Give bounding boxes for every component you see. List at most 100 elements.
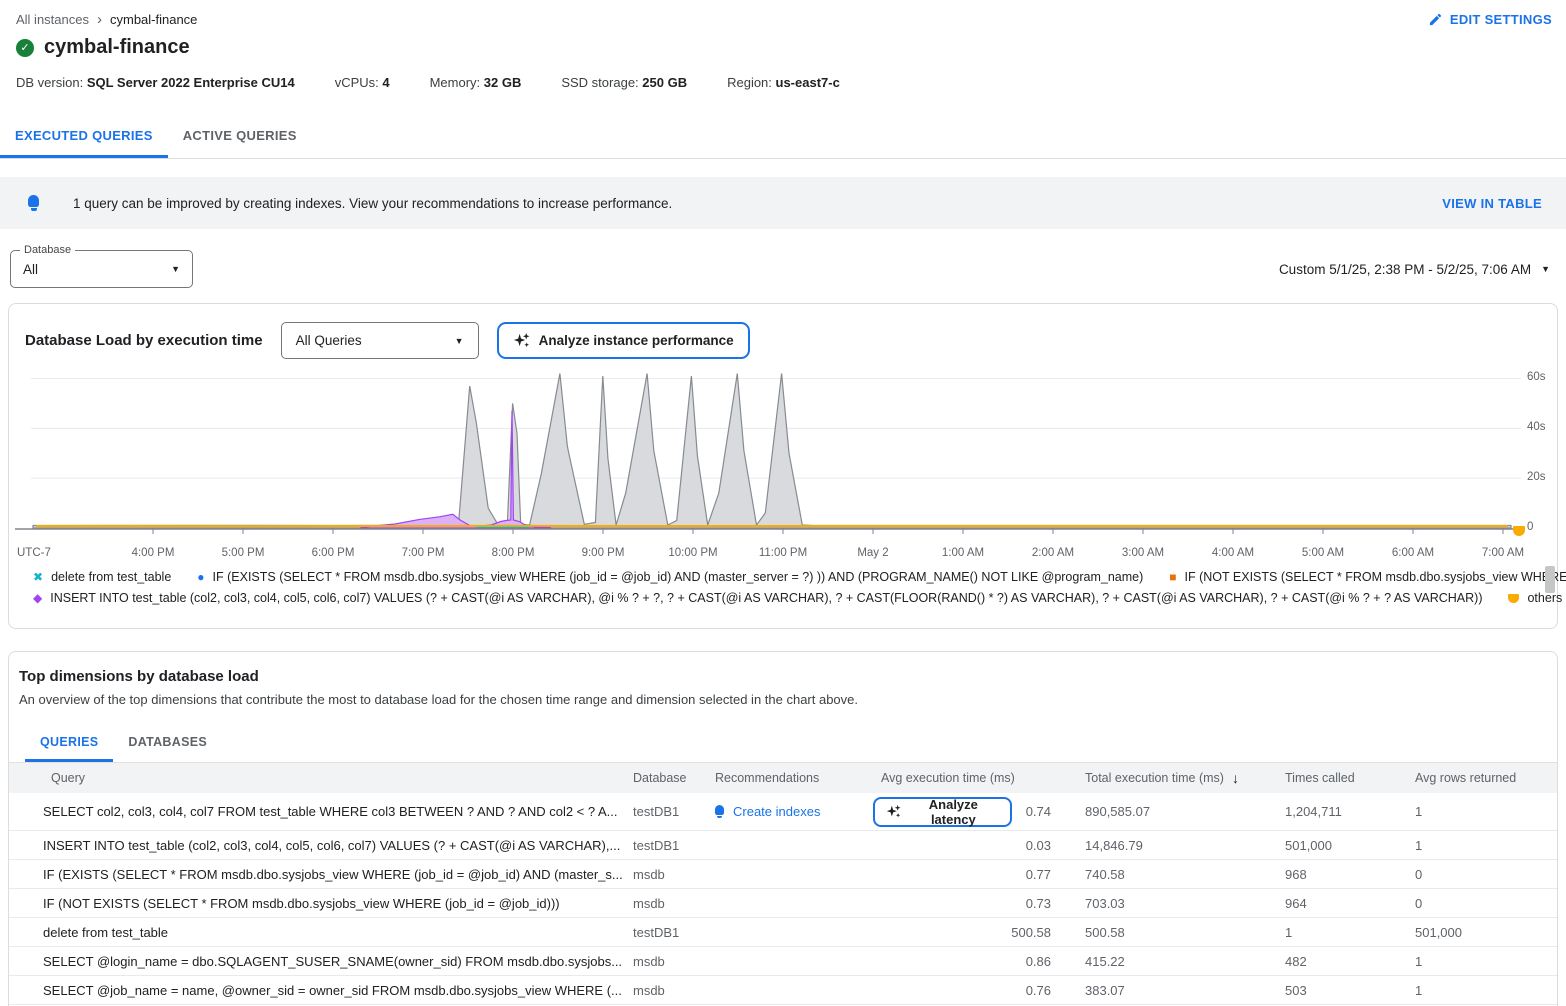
y-tick-label: 40s [1527, 421, 1546, 433]
database-select-value: All [23, 262, 171, 277]
view-in-table-button[interactable]: VIEW IN TABLE [1442, 196, 1542, 211]
query-cell: INSERT INTO test_table (col2, col3, col4… [9, 838, 633, 853]
col-query[interactable]: Query [9, 771, 633, 785]
avg-execution-cell: 0.73 [873, 896, 1085, 911]
legend-row: ◆ INSERT INTO test_table (col2, col3, col… [33, 591, 1517, 605]
region: Region: us-east7-c [727, 75, 840, 90]
legend-scrollbar[interactable] [1545, 566, 1555, 593]
legend-item[interactable]: others [1508, 591, 1562, 605]
chart-legend: ✖delete from test_table ● IF (EXISTS (SELE… [9, 562, 1557, 605]
table-row[interactable]: delete from test_table testDB1 500.58 50… [9, 918, 1557, 947]
legend-item[interactable]: ✖delete from test_table [33, 570, 171, 584]
col-avg-execution[interactable]: Avg execution time (ms) [873, 771, 1085, 785]
col-times-called[interactable]: Times called [1285, 771, 1415, 785]
title-row: ✓ cymbal-finance [0, 30, 1566, 59]
total-execution-cell: 890,585.07 [1085, 804, 1285, 819]
pencil-icon [1428, 12, 1443, 27]
banner-text: 1 query can be improved by creating inde… [73, 196, 672, 211]
x-axis-labels: UTC-74:00 PM5:00 PM6:00 PM7:00 PM8:00 PM… [9, 547, 1557, 562]
legend-label: IF (EXISTS (SELECT * FROM msdb.dbo.sysjo… [213, 570, 1144, 584]
x-tick-label: 4:00 AM [1212, 547, 1254, 559]
col-avg-rows[interactable]: Avg rows returned [1415, 771, 1557, 785]
analyze-latency-label: Analyze latency [908, 797, 999, 827]
x-tick-label: 9:00 PM [582, 547, 625, 559]
table-body: SELECT col2, col3, col4, col7 FROM test_… [9, 793, 1557, 1005]
col-recommendations[interactable]: Recommendations [715, 771, 873, 785]
times-called-cell: 503 [1285, 983, 1415, 998]
query-filter-value: All Queries [296, 333, 455, 348]
legend-glyph-icon: ◆ [33, 592, 42, 604]
create-indexes-link[interactable]: Create indexes [733, 804, 820, 819]
avg-rows-cell: 1 [1415, 954, 1557, 969]
legend-item[interactable]: ● IF (EXISTS (SELECT * FROM msdb.dbo.sysj… [197, 570, 1143, 584]
times-called-cell: 968 [1285, 867, 1415, 882]
tab-executed-queries[interactable]: EXECUTED QUERIES [0, 116, 168, 158]
y-tick-label: 60s [1527, 371, 1546, 383]
times-called-cell: 1,204,711 [1285, 804, 1415, 819]
tab-queries[interactable]: QUERIES [25, 725, 113, 762]
chevron-down-icon: ▼ [1541, 264, 1550, 274]
database-cell: msdb [633, 954, 715, 969]
avg-execution-value: 500.58 [1011, 925, 1051, 940]
load-chart[interactable]: UTC-74:00 PM5:00 PM6:00 PM7:00 PM8:00 PM… [9, 367, 1557, 562]
analyze-latency-button[interactable]: Analyze latency [873, 797, 1012, 827]
table-row[interactable]: SELECT col2, col3, col4, col7 FROM test_… [9, 793, 1557, 831]
col-total-execution[interactable]: Total execution time (ms) ↓ [1085, 770, 1285, 786]
tab-active-queries[interactable]: ACTIVE QUERIES [168, 116, 312, 158]
sort-desc-icon[interactable]: ↓ [1232, 770, 1239, 786]
query-cell: delete from test_table [9, 925, 633, 940]
legend-label: INSERT INTO test_table (col2, col3, col4… [50, 591, 1482, 605]
avg-rows-cell: 1 [1415, 838, 1557, 853]
x-tick-label: 8:00 PM [492, 547, 535, 559]
instance-meta: DB version: SQL Server 2022 Enterprise C… [0, 59, 1566, 90]
table-row[interactable]: IF (NOT EXISTS (SELECT * FROM msdb.dbo.s… [9, 889, 1557, 918]
avg-rows-cell: 0 [1415, 867, 1557, 882]
breadcrumb-all-instances[interactable]: All instances [16, 12, 89, 27]
database-select[interactable]: Database All ▼ [10, 250, 193, 288]
lightbulb-icon [28, 195, 39, 211]
legend-glyph-icon [1508, 594, 1519, 603]
x-tick-label: 7:00 AM [1482, 547, 1524, 559]
table-row[interactable]: IF (EXISTS (SELECT * FROM msdb.dbo.sysjo… [9, 860, 1557, 889]
x-tick-label: 10:00 PM [668, 547, 717, 559]
x-tick-label: 3:00 AM [1122, 547, 1164, 559]
database-cell: msdb [633, 983, 715, 998]
query-cell: SELECT col2, col3, col4, col7 FROM test_… [9, 804, 633, 819]
avg-rows-cell: 0 [1415, 896, 1557, 911]
database-cell: msdb [633, 896, 715, 911]
total-execution-cell: 703.03 [1085, 896, 1285, 911]
analyze-instance-performance-button[interactable]: Analyze instance performance [497, 322, 750, 359]
x-tick-label: 6:00 AM [1392, 547, 1434, 559]
x-tick-label: 11:00 PM [759, 547, 807, 559]
chart-header: Database Load by execution time All Quer… [9, 304, 1557, 363]
avg-execution-value: 0.77 [1026, 867, 1051, 882]
query-cell: SELECT @job_name = name, @owner_sid = ow… [9, 983, 633, 998]
avg-execution-cell: 500.58 [873, 925, 1085, 940]
time-range-picker[interactable]: Custom 5/1/25, 2:38 PM - 5/2/25, 7:06 AM… [1279, 262, 1550, 277]
y-tick-label: 20s [1527, 471, 1546, 483]
legend-item[interactable]: ■IF (NOT EXISTS (SELECT * FROM msdb.dbo.… [1169, 570, 1566, 584]
load-chart-svg [9, 367, 1559, 546]
avg-execution-value: 0.03 [1026, 838, 1051, 853]
legend-item[interactable]: ◆ INSERT INTO test_table (col2, col3, col… [33, 591, 1482, 605]
spark-icon [886, 804, 901, 819]
lightbulb-icon [715, 805, 724, 818]
status-check-icon: ✓ [16, 39, 34, 57]
table-row[interactable]: SELECT @job_name = name, @owner_sid = ow… [9, 976, 1557, 1005]
tab-databases[interactable]: DATABASES [113, 725, 222, 762]
legend-glyph-icon: ● [197, 571, 204, 583]
table-row[interactable]: SELECT @login_name = dbo.SQLAGENT_SUSER_… [9, 947, 1557, 976]
x-tick-label: 2:00 AM [1032, 547, 1074, 559]
legend-label: others [1527, 591, 1562, 605]
table-row[interactable]: INSERT INTO test_table (col2, col3, col4… [9, 831, 1557, 860]
avg-execution-cell: 0.03 [873, 838, 1085, 853]
edit-settings-button[interactable]: EDIT SETTINGS [1428, 12, 1552, 27]
total-execution-cell: 415.22 [1085, 954, 1285, 969]
query-filter-select[interactable]: All Queries ▼ [281, 322, 479, 359]
recommendation-cell: Create indexes [715, 804, 873, 819]
legend-glyph-icon: ■ [1169, 571, 1176, 583]
database-cell: testDB1 [633, 804, 715, 819]
top-dimensions-title: Top dimensions by database load [19, 668, 1557, 685]
avg-execution-value: 0.74 [1026, 804, 1051, 819]
col-database[interactable]: Database [633, 771, 715, 785]
